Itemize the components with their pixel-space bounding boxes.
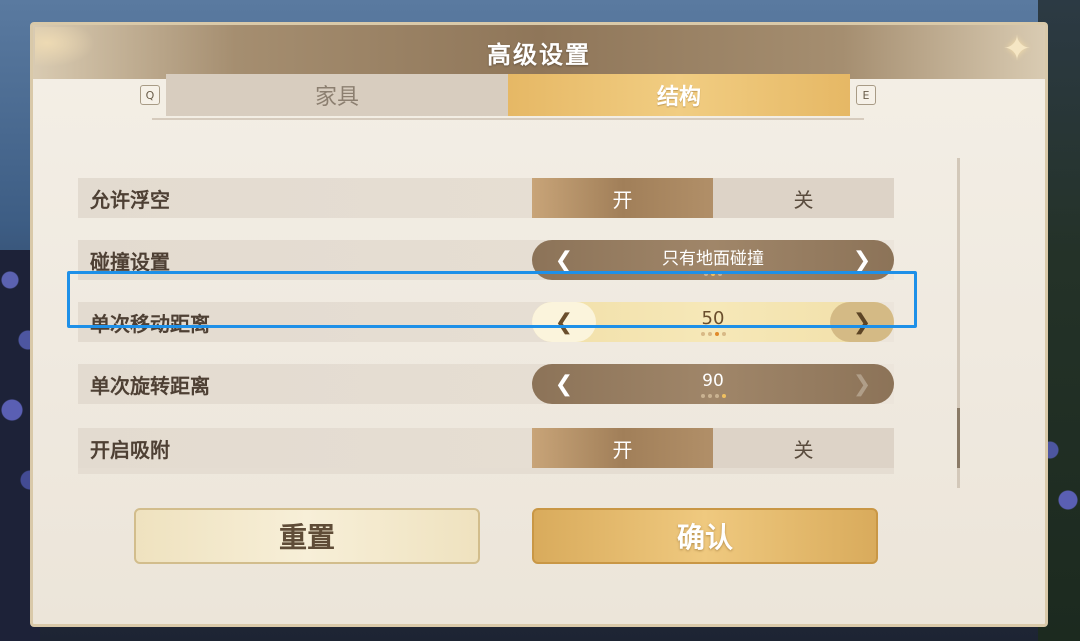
next-row-peek [78, 468, 894, 474]
setting-row-snapping: 开启吸附 开 关 [78, 428, 894, 468]
confirm-button[interactable]: 确认 [532, 508, 878, 564]
focus-highlight [67, 271, 917, 328]
reset-button[interactable]: 重置 [134, 508, 480, 564]
stepper-value: 90 [702, 370, 724, 391]
allow-floating-toggle: 开 关 [532, 178, 894, 218]
option-dot [700, 393, 705, 398]
option-dots [700, 393, 726, 398]
category-tabs: Q 家具 结构 E [140, 74, 876, 116]
option-dot-current [714, 332, 719, 336]
setting-row-rotate-distance: 单次旋转距离 ❮ 90 ❯ [78, 364, 894, 404]
setting-label: 单次旋转距离 [90, 373, 210, 398]
tab-divider [152, 118, 864, 120]
chevron-left-icon[interactable]: ❮ [532, 364, 596, 404]
toggle-off-option[interactable]: 关 [713, 178, 894, 218]
setting-label: 允许浮空 [90, 187, 170, 212]
settings-scrollbar[interactable] [957, 158, 960, 488]
option-dots [700, 332, 726, 336]
toggle-off-option[interactable]: 关 [713, 428, 894, 468]
star-ornament-icon: ✦ [1002, 29, 1032, 69]
toggle-on-option[interactable]: 开 [532, 178, 713, 218]
tab-furniture[interactable]: 家具 [166, 74, 508, 116]
tab-structure[interactable]: 结构 [508, 74, 850, 116]
setting-label: 开启吸附 [90, 437, 170, 462]
stepper-value-wrap: 90 [596, 371, 830, 398]
option-dot [721, 332, 726, 336]
option-dot-current [721, 393, 726, 398]
option-dot [707, 393, 712, 398]
option-dot [707, 332, 712, 336]
setting-row-allow-floating: 允许浮空 开 关 [78, 178, 894, 218]
option-dot [714, 393, 719, 398]
toggle-on-option[interactable]: 开 [532, 428, 713, 468]
option-dot [700, 332, 705, 336]
snapping-toggle: 开 关 [532, 428, 894, 468]
chevron-right-icon[interactable]: ❯ [830, 364, 894, 404]
scrollbar-thumb[interactable] [957, 408, 960, 468]
dialog-title: 高级设置 [487, 40, 591, 69]
prev-tab-key-hint[interactable]: Q [140, 85, 160, 105]
stepper-value: 只有地面碰撞 [662, 249, 764, 269]
rotate-distance-stepper: ❮ 90 ❯ [532, 364, 894, 404]
next-tab-key-hint[interactable]: E [856, 85, 876, 105]
dialog-header: 高级设置 ✦ [33, 25, 1045, 79]
leaf-ornament-icon [35, 27, 95, 67]
